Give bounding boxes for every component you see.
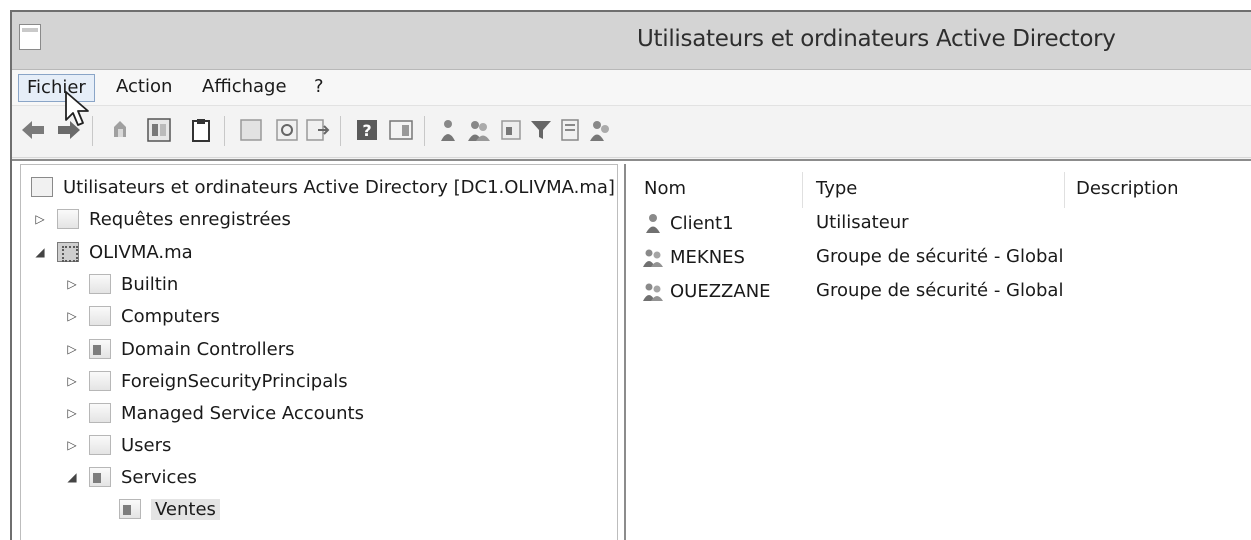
- toolbar-separator: [424, 116, 425, 146]
- expand-arrow-icon[interactable]: ▷: [63, 374, 81, 388]
- svg-text:?: ?: [362, 121, 371, 140]
- tree-item-ventes[interactable]: Ventes: [119, 494, 220, 524]
- tree-root-label: Utilisateurs et ordinateurs Active Direc…: [63, 176, 615, 198]
- details-list[interactable]: Nom Type Description Client1 Utilisateur: [624, 164, 1251, 540]
- tree-item-label: Builtin: [121, 273, 179, 295]
- tree-item-users[interactable]: ▷ Users: [63, 430, 171, 460]
- toolbar-separator: [224, 116, 225, 146]
- menu-affichage[interactable]: Affichage: [194, 74, 295, 102]
- row-name-label: Client1: [670, 212, 734, 234]
- domain-icon: [57, 242, 79, 262]
- console-tree[interactable]: Utilisateurs et ordinateurs Active Direc…: [20, 164, 618, 540]
- filter-icon[interactable]: [528, 117, 554, 143]
- ou-icon: [89, 339, 111, 359]
- folder-icon: [57, 209, 79, 229]
- add-to-group-icon[interactable]: [588, 117, 614, 143]
- new-ou-icon[interactable]: [498, 117, 524, 143]
- tree-item-builtin[interactable]: ▷ Builtin: [63, 269, 178, 299]
- new-group-icon[interactable]: [466, 117, 492, 143]
- expand-arrow-icon[interactable]: ▷: [63, 309, 81, 323]
- tree-item-label: OLIVMA.ma: [89, 241, 193, 263]
- tree-item-saved-queries[interactable]: ▷ Requêtes enregistrées: [31, 204, 291, 234]
- cell-type: Groupe de sécurité - Global: [816, 280, 1064, 301]
- folder-icon: [89, 274, 111, 294]
- action-pane-icon[interactable]: [388, 117, 414, 143]
- tree-item-domain-controllers[interactable]: ▷ Domain Controllers: [63, 334, 295, 364]
- ou-icon: [119, 499, 141, 519]
- cell-name: Client1: [642, 212, 734, 234]
- expand-arrow-icon[interactable]: ▷: [63, 438, 81, 452]
- toolbar: ?: [12, 106, 1251, 158]
- row-name-label: MEKNES: [670, 246, 745, 268]
- help-icon[interactable]: ?: [354, 117, 380, 143]
- window-title: Utilisateurs et ordinateurs Active Direc…: [637, 26, 1116, 52]
- tree-item-label: Managed Service Accounts: [121, 402, 364, 424]
- list-row[interactable]: Client1 Utilisateur: [626, 208, 1251, 240]
- expand-arrow-icon[interactable]: ▷: [63, 406, 81, 420]
- back-arrow-icon[interactable]: [20, 117, 46, 143]
- column-header-type[interactable]: Type: [816, 178, 857, 199]
- find-icon[interactable]: [558, 117, 584, 143]
- tree-item-services[interactable]: ◢ Services: [63, 462, 197, 492]
- menu-help[interactable]: ?: [306, 74, 332, 102]
- tree-item-label: Services: [121, 466, 197, 488]
- folder-icon: [89, 403, 111, 423]
- tree-item-foreign-security-principals[interactable]: ▷ ForeignSecurityPrincipals: [63, 366, 348, 396]
- show-hide-tree-icon[interactable]: [146, 117, 172, 143]
- tree-item-domain[interactable]: ◢ OLIVMA.ma: [31, 237, 193, 267]
- tree-item-label-selected: Ventes: [151, 498, 220, 520]
- refresh-icon[interactable]: [274, 117, 300, 143]
- folder-icon: [89, 371, 111, 391]
- group-icon: [643, 249, 663, 267]
- app-window: Utilisateurs et ordinateurs Active Direc…: [10, 10, 1251, 540]
- cell-type: Utilisateur: [816, 212, 909, 233]
- folder-icon: [89, 435, 111, 455]
- expand-arrow-icon[interactable]: ▷: [31, 212, 49, 226]
- export-list-icon[interactable]: [304, 117, 330, 143]
- list-row[interactable]: MEKNES Groupe de sécurité - Global: [626, 242, 1251, 274]
- cell-name: MEKNES: [642, 246, 745, 268]
- tree-item-label: Domain Controllers: [121, 338, 295, 360]
- user-icon: [646, 214, 660, 233]
- row-name-label: OUEZZANE: [670, 280, 771, 302]
- cell-name: OUEZZANE: [642, 280, 771, 302]
- window-system-icon[interactable]: [19, 24, 41, 50]
- up-folder-icon[interactable]: [110, 117, 136, 143]
- tree-item-label: ForeignSecurityPrincipals: [121, 370, 348, 392]
- ou-icon: [89, 467, 111, 487]
- mouse-cursor-icon: [65, 91, 89, 126]
- group-icon: [643, 283, 663, 301]
- content-area: Utilisateurs et ordinateurs Active Direc…: [12, 159, 1251, 540]
- collapse-arrow-icon[interactable]: ◢: [31, 245, 49, 259]
- menu-bar: Fichier Action Affichage ?: [12, 70, 1251, 126]
- column-divider[interactable]: [1064, 172, 1065, 208]
- column-header-description[interactable]: Description: [1076, 178, 1179, 199]
- column-header-name[interactable]: Nom: [644, 178, 686, 199]
- properties-icon[interactable]: [238, 117, 264, 143]
- tree-item-managed-service-accounts[interactable]: ▷ Managed Service Accounts: [63, 398, 364, 428]
- column-divider[interactable]: [802, 172, 803, 208]
- new-user-icon[interactable]: [436, 117, 462, 143]
- cell-type: Groupe de sécurité - Global: [816, 246, 1064, 267]
- tree-root[interactable]: Utilisateurs et ordinateurs Active Direc…: [31, 172, 615, 202]
- title-bar: Utilisateurs et ordinateurs Active Direc…: [12, 12, 1251, 70]
- expand-arrow-icon[interactable]: ▷: [63, 342, 81, 356]
- tree-item-computers[interactable]: ▷ Computers: [63, 301, 220, 331]
- tree-item-label: Requêtes enregistrées: [89, 208, 291, 230]
- menu-action[interactable]: Action: [108, 74, 180, 102]
- collapse-arrow-icon[interactable]: ◢: [63, 470, 81, 484]
- tree-item-label: Computers: [121, 305, 220, 327]
- expand-arrow-icon[interactable]: ▷: [63, 277, 81, 291]
- snapin-root-icon: [31, 177, 53, 197]
- toolbar-separator: [340, 116, 341, 146]
- folder-icon: [89, 306, 111, 326]
- tree-item-label: Users: [121, 434, 172, 456]
- toolbar-separator: [92, 116, 93, 146]
- list-row[interactable]: OUEZZANE Groupe de sécurité - Global: [626, 276, 1251, 308]
- clipboard-icon[interactable]: [188, 117, 214, 143]
